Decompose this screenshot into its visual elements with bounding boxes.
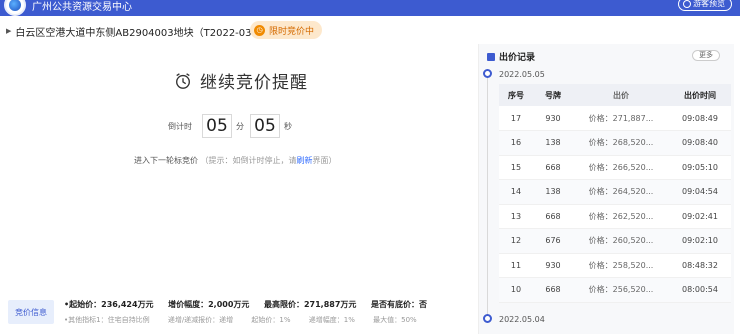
- max-price: 最高限价：271,887万元: [263, 300, 357, 309]
- hint-text: （提示：如倒计时停止，请: [200, 156, 297, 165]
- cell-price: 价格：266,520...: [573, 155, 669, 180]
- hint-end: 界面）: [312, 156, 337, 165]
- start-price: •起始价：236,424万元: [64, 300, 154, 309]
- countdown-minutes: 05: [202, 114, 232, 138]
- col-header: 出价: [573, 84, 669, 106]
- cell-plate: 668: [533, 155, 573, 180]
- site-title: 广州公共资源交易中心: [32, 2, 132, 13]
- reminder-title: 继续竞价提醒: [200, 73, 308, 93]
- cell-idx: 11: [499, 253, 533, 278]
- refresh-link[interactable]: 刷新: [297, 156, 313, 165]
- panel-header: 出价记录: [487, 50, 535, 63]
- timeline-dot-icon: [483, 69, 492, 78]
- date-label: 2022.05.05: [499, 70, 545, 79]
- cell-price: 价格：264,520...: [573, 179, 669, 205]
- bid-adjust: 递增/递减报价：递增: [167, 316, 234, 324]
- reminder-heading: 继续竞价提醒: [174, 68, 308, 93]
- start-ratio: 起始价：1%: [251, 316, 291, 324]
- cell-idx: 12: [499, 228, 533, 254]
- cell-price: 价格：260,520...: [573, 228, 669, 254]
- cell-price: 价格：268,520...: [573, 130, 669, 156]
- other-index-label: •其他指标1：住宅自持比例: [64, 316, 150, 324]
- cell-idx: 15: [499, 155, 533, 180]
- table-row: 15 668 价格：266,520... 09:05:10: [499, 155, 731, 180]
- reserve-price: 是否有底价：否: [370, 300, 427, 309]
- cell-plate: 138: [533, 179, 573, 205]
- next-round-text: 进入下一轮标竞价: [134, 156, 198, 165]
- clock-icon: ◷: [254, 24, 265, 36]
- user-icon: [683, 0, 691, 8]
- col-header: 出价时间: [669, 84, 731, 106]
- cell-price: 价格：262,520...: [573, 204, 669, 229]
- table-row: 16 138 价格：268,520... 09:08:40: [499, 130, 731, 156]
- status-badge: ◷ 限时竞价中: [250, 21, 323, 39]
- caret-right-icon: ▶: [6, 27, 12, 35]
- guest-preview-label: 游客预览: [693, 0, 725, 8]
- cell-time: 09:04:54: [669, 179, 731, 205]
- minutes-unit: 分: [236, 121, 244, 131]
- cell-plate: 668: [533, 277, 573, 303]
- table-row: 10 668 价格：256,520... 08:00:54: [499, 277, 731, 303]
- table-row: 11 930 价格：258,520... 08:48:32: [499, 253, 731, 278]
- cell-time: 09:02:10: [669, 228, 731, 254]
- col-header: 号牌: [533, 84, 573, 106]
- countdown-label: 倒计时: [168, 121, 192, 131]
- subject-title: 白云区空港大道中东侧AB2904003地块（T2022-031）: [15, 27, 268, 39]
- cell-plate: 676: [533, 228, 573, 254]
- timeline-dot-icon: [483, 314, 492, 323]
- cell-idx: 17: [499, 106, 533, 131]
- bid-info-tag: 竞价信息: [8, 300, 54, 324]
- bid-info-row: •起始价：236,424万元 增价幅度：2,000万元 最高限价：271,887…: [64, 299, 439, 310]
- cell-time: 08:48:32: [669, 253, 731, 278]
- status-badge-label: 限时竞价中: [269, 26, 315, 37]
- table-row: 17 930 价格：271,887... 09:08:49: [499, 106, 731, 131]
- cell-time: 09:02:41: [669, 204, 731, 229]
- next-round-notice: 进入下一轮标竞价 （提示：如倒计时停止，请刷新界面）: [134, 155, 337, 166]
- cell-idx: 10: [499, 277, 533, 303]
- bid-table: 序号 号牌 出价 出价时间 17 930 价格：271,887... 09:08:49…: [499, 84, 731, 303]
- bid-record-panel: 出价记录 更多 2022.05.05 2022.05.04 序号 号牌 出价 出…: [478, 44, 734, 334]
- cell-plate: 668: [533, 204, 573, 229]
- timeline-line: [487, 74, 488, 319]
- seconds-unit: 秒: [284, 121, 292, 131]
- cell-idx: 14: [499, 179, 533, 205]
- table-row: 12 676 价格：260,520... 09:02:10: [499, 228, 731, 254]
- increment: 增价幅度：2,000万元: [168, 300, 250, 309]
- col-header: 序号: [499, 84, 533, 106]
- subject-title-row: ▶ 白云区空港大道中东侧AB2904003地块（T2022-031）: [6, 24, 268, 39]
- step-ratio: 递增幅度：1%: [308, 316, 355, 324]
- cell-plate: 138: [533, 130, 573, 156]
- countdown-seconds: 05: [250, 114, 280, 138]
- table-row: 13 668 价格：262,520... 09:02:41: [499, 204, 731, 229]
- alarm-clock-icon: [176, 72, 190, 89]
- date-label: 2022.05.04: [499, 315, 545, 324]
- site-logo[interactable]: [4, 0, 26, 16]
- countdown: 倒计时 05 分 05 秒: [168, 114, 294, 138]
- cell-time: 09:05:10: [669, 155, 731, 180]
- top-bar: 广州公共资源交易中心 游客预览: [0, 0, 740, 16]
- guest-preview-button[interactable]: 游客预览: [678, 0, 732, 11]
- cell-plate: 930: [533, 253, 573, 278]
- cell-price: 价格：258,520...: [573, 253, 669, 278]
- cell-idx: 16: [499, 130, 533, 156]
- cell-time: 08:00:54: [669, 277, 731, 303]
- more-button[interactable]: 更多: [692, 50, 720, 61]
- cell-plate: 930: [533, 106, 573, 131]
- other-index-row: •其他指标1：住宅自持比例 递增/递减报价：递增 起始价：1% 递增幅度：1% …: [64, 315, 433, 325]
- max-ratio: 最大值：50%: [373, 316, 417, 324]
- cell-time: 09:08:49: [669, 106, 731, 131]
- cell-time: 09:08:40: [669, 130, 731, 156]
- list-icon: [487, 52, 495, 61]
- cell-price: 价格：256,520...: [573, 277, 669, 303]
- cell-idx: 13: [499, 204, 533, 229]
- cell-price: 价格：271,887...: [573, 106, 669, 131]
- logo-globe-icon: [9, 0, 21, 11]
- table-row: 14 138 价格：264,520... 09:04:54: [499, 179, 731, 205]
- panel-title: 出价记录: [499, 53, 536, 63]
